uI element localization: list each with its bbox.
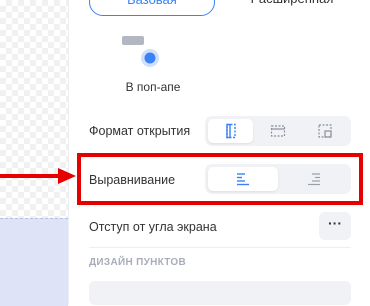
alignment-option-left[interactable] [208,167,278,191]
alignment-label: Выравнивание [89,173,176,187]
tab-extended[interactable]: Расширенная [222,0,362,16]
popup-preview-icon [122,36,159,67]
alignment-option-right[interactable] [279,167,348,191]
tab-basic[interactable]: Базовая [89,0,215,16]
corner-offset-more-button[interactable]: ··· [319,212,351,240]
align-left-icon [237,173,249,186]
annotation-arrow-line [0,174,62,178]
items-design-section-title: ДИЗАЙН ПУНКТОВ [89,257,187,268]
popup-option-label: В поп-апе [125,80,181,94]
alignment-segmented-control [205,164,351,194]
corner-offset-label: Отступ от угла экрана [89,220,217,234]
open-format-segmented-control [205,116,351,146]
items-design-next-control[interactable] [89,281,351,305]
annotation-arrow-icon [58,168,76,184]
open-format-option-corner[interactable] [302,119,347,143]
canvas-selection-area [0,218,68,306]
horizontal-panel-icon [270,125,285,137]
section-divider [89,247,351,248]
align-right-icon [307,173,320,186]
open-format-option-horizontal[interactable] [255,119,300,143]
open-format-label: Формат открытия [89,124,191,138]
vertical-panel-icon [225,123,236,139]
open-format-option-vertical[interactable] [208,119,253,143]
corner-panel-icon [317,124,332,138]
